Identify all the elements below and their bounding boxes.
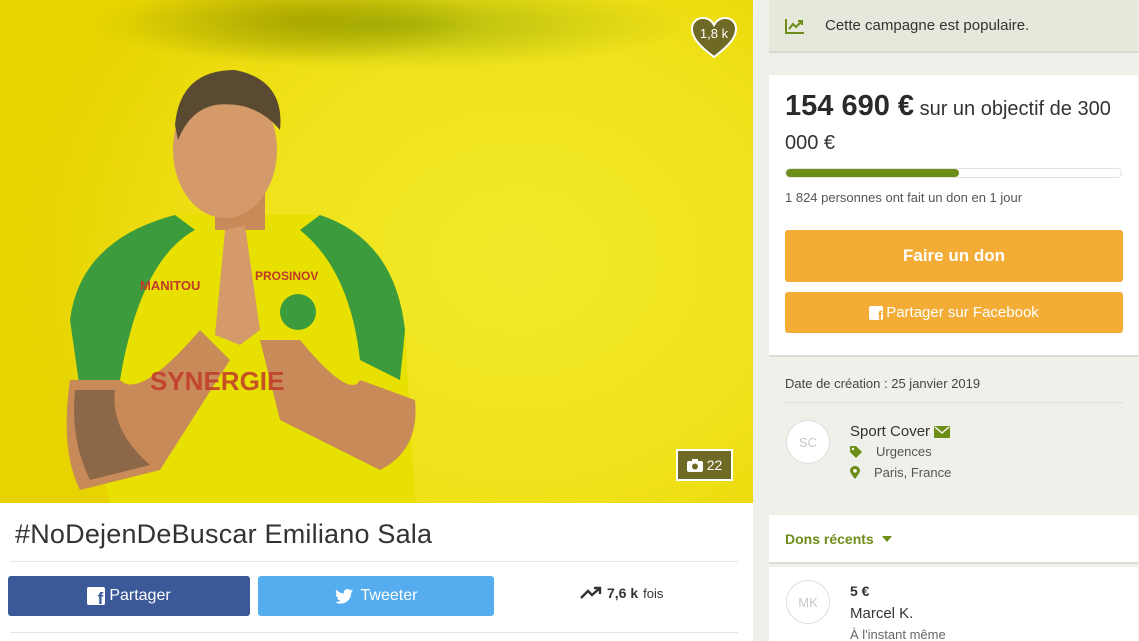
donate-button[interactable]: Faire un don [785,230,1123,282]
donation-amount: 5 € [850,583,870,599]
facebook-icon [869,305,884,320]
facebook-share-label: Partager [109,587,171,604]
creation-date: Date de création : 25 janvier 2019 [785,376,981,391]
amount-value: 154 690 € [785,90,915,122]
like-heart-button[interactable]: 1,8 k [690,16,738,60]
photo-count-label: 22 [706,457,723,473]
chart-line-icon [785,18,804,34]
organizer-location: Paris, France [874,465,952,480]
popular-text: Cette campagne est populaire. [825,17,1030,34]
share-facebook-label: Partager sur Facebook [886,304,1039,321]
organizer-avatar[interactable]: SC [786,420,830,464]
recent-donations-label: Dons récents [785,530,874,547]
amount-raised: 154 690 € sur un objectif de 300 000 € [785,89,1130,160]
progress-fill [786,169,959,177]
organizer-location-row: Paris, France [850,465,951,480]
facebook-share-button[interactable]: Partager [8,576,250,616]
column-gap [753,0,769,641]
created-divider [785,402,1123,403]
donors-count: 1 824 personnes ont fait un don en 1 jou… [785,190,1023,205]
goal-text: sur un objectif de [919,98,1072,120]
title-divider [10,561,738,562]
twitter-bird-icon [334,588,353,604]
campaign-main: MANITOU PROSINOV SYNERGIE 1,8 k 22 #NoDe… [0,0,753,641]
svg-text:SYNERGIE: SYNERGIE [150,366,284,396]
envelope-icon[interactable] [934,425,951,438]
tweet-label: Tweeter [360,587,418,604]
donation-summary-card: 154 690 € sur un objectif de 300 000 € 1… [769,75,1138,357]
donor-avatar: MK [786,580,830,624]
svg-text:PROSINOV: PROSINOV [255,269,318,283]
organizer-name-row: Sport Cover [850,423,951,440]
organizer-category-row: Urgences [850,444,932,459]
share-facebook-button[interactable]: Partager sur Facebook [785,292,1123,333]
organizer-name[interactable]: Sport Cover [850,423,930,440]
camera-icon [686,458,703,472]
likes-count: 1,8 k [699,26,729,41]
tweet-button[interactable]: Tweeter [258,576,494,616]
shares-suffix: fois [643,585,664,601]
organizer-category[interactable]: Urgences [876,444,932,459]
photo-gallery-button[interactable]: 22 [676,449,733,481]
svg-text:MANITOU: MANITOU [140,278,200,293]
donor-name: Marcel K. [850,605,914,622]
shares-count: 7,6 k [607,585,639,601]
progress-bar [785,168,1122,178]
map-marker-icon [850,466,860,479]
tag-icon [850,445,862,458]
campaign-photo[interactable]: MANITOU PROSINOV SYNERGIE 1,8 k 22 [0,0,753,503]
share-stats: 7,6 k fois [580,582,663,604]
trending-up-icon [580,586,602,599]
facebook-icon [87,587,106,605]
bottom-divider [10,632,738,633]
donation-time: À l'instant même [850,627,946,641]
recent-donations-toggle[interactable]: Dons récents [769,515,1138,564]
caret-down-icon [881,535,892,542]
campaign-title: #NoDejenDeBuscar Emiliano Sala [15,519,433,549]
popular-banner: Cette campagne est populaire. [769,0,1138,53]
player-figure: MANITOU PROSINOV SYNERGIE [66,70,416,503]
